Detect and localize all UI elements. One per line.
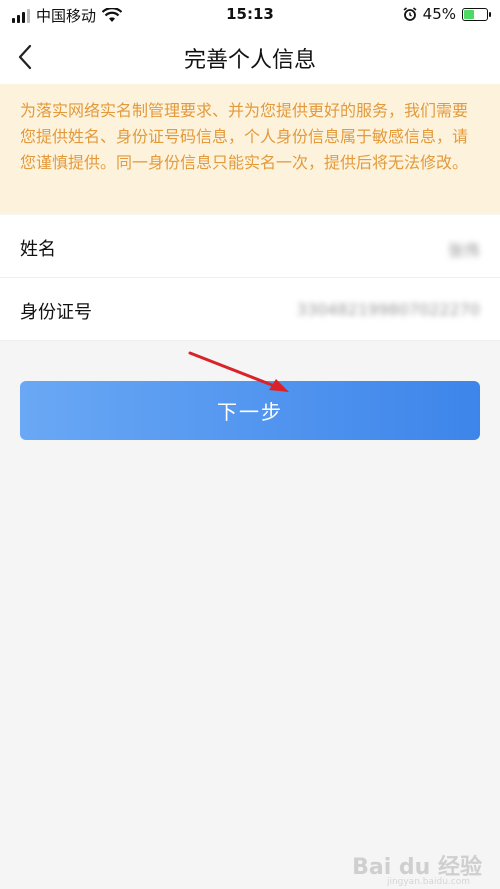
nav-bar: 完善个人信息 <box>0 30 500 84</box>
status-right: 45% <box>403 5 491 23</box>
info-form: 姓名 张伟 身份证号 330482199807022270 <box>0 215 500 341</box>
status-bar: 中国移动 15:13 45% <box>0 0 500 30</box>
page-title: 完善个人信息 <box>183 48 316 73</box>
annotation-arrow <box>188 351 289 392</box>
alarm-icon <box>403 7 417 21</box>
watermark-url: jingyan.baidu.com <box>386 877 470 887</box>
name-row[interactable]: 姓名 张伟 <box>0 215 500 278</box>
battery-percent: 45% <box>422 5 456 23</box>
name-label: 姓名 <box>20 239 56 260</box>
battery-icon <box>462 7 491 21</box>
id-number-field[interactable]: 330482199807022270 <box>297 300 480 319</box>
notice-banner: 为落实网络实名制管理要求、并为您提供更好的服务，我们需要您提供姓名、身份证号码信… <box>0 84 500 214</box>
id-label: 身份证号 <box>20 302 92 323</box>
id-row[interactable]: 身份证号 330482199807022270 <box>0 278 500 341</box>
name-field[interactable]: 张伟 <box>448 237 480 261</box>
